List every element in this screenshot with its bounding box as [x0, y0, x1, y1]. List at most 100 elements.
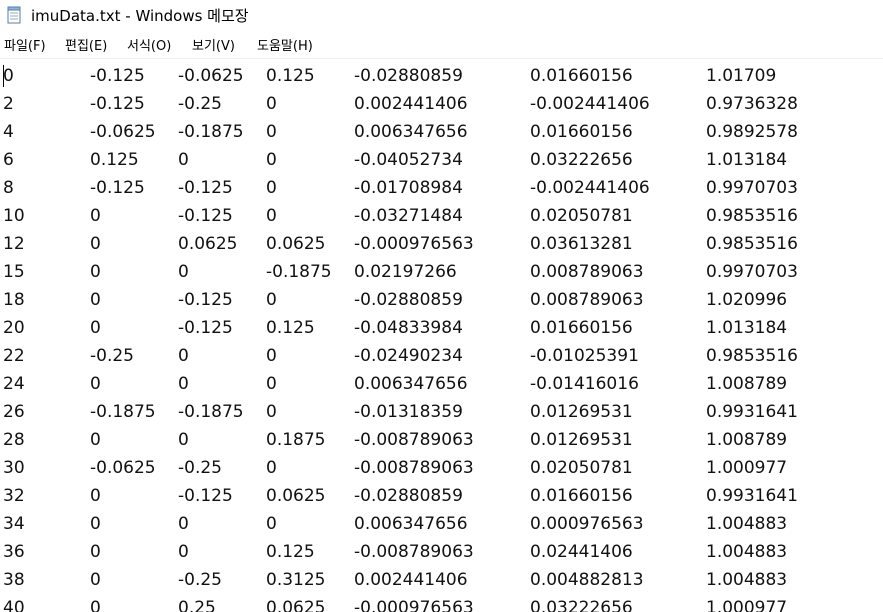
text-field: 0.9970703 [706, 178, 798, 198]
text-field: 0 [178, 430, 189, 450]
text-field: 0.006347656 [354, 514, 468, 534]
text-field: -0.000976563 [354, 234, 474, 254]
text-field: 1.01709 [706, 66, 777, 86]
menu-bar: 파일(F) 편집(E) 서식(O) 보기(V) 도움말(H) [0, 34, 883, 58]
text-field: 0.125 [90, 150, 139, 170]
text-field: -0.02880859 [354, 486, 463, 506]
text-field: 26 [3, 402, 25, 422]
window-title: imuData.txt - Windows 메모장 [31, 7, 249, 25]
text-field: -0.125 [90, 66, 145, 86]
text-field: -0.125 [178, 206, 233, 226]
text-field: -0.02490234 [354, 346, 463, 366]
text-line: 26 -0.1875 -0.1875 0 -0.01318359 0.01269531 0.… [0, 398, 883, 426]
text-field: -0.008789063 [354, 458, 474, 478]
text-field: 0 [266, 514, 277, 534]
text-line: 6 0.125 0 0 -0.04052734 0.03222656 1.013184 [0, 146, 883, 174]
text-field: 0.0625 [178, 234, 238, 254]
text-field: 0.01269531 [530, 402, 633, 422]
text-field: 0 [90, 542, 101, 562]
text-field: -0.0625 [178, 66, 244, 86]
text-field: 0.3125 [266, 570, 326, 590]
menu-format[interactable]: 서식(O) [127, 38, 171, 56]
text-field: 0.125 [266, 542, 315, 562]
text-field: 34 [3, 514, 25, 534]
text-field: 0.02441406 [530, 542, 633, 562]
text-field: 0.000976563 [530, 514, 644, 534]
menu-help[interactable]: 도움말(H) [257, 38, 313, 56]
text-line: 34 0 0 0 0.006347656 0.000976563 1.004883 [0, 510, 883, 538]
text-field: 0 [90, 262, 101, 282]
text-field: 0.9736328 [706, 94, 798, 114]
text-line: 38 0 -0.25 0.3125 0.002441406 0.004882813 1.00… [0, 566, 883, 594]
text-field: 0.0625 [266, 234, 326, 254]
text-field: 10 [3, 206, 25, 226]
text-field: 0.1875 [266, 430, 326, 450]
text-field: 0 [90, 430, 101, 450]
text-field: 0 [90, 318, 101, 338]
text-field: 0.008789063 [530, 290, 644, 310]
text-field: 15 [3, 262, 25, 282]
text-field: 0.125 [266, 66, 315, 86]
text-field: 0.002441406 [354, 570, 468, 590]
text-field: -0.01416016 [530, 374, 639, 394]
text-field: -0.25 [178, 570, 222, 590]
text-field: 28 [3, 430, 25, 450]
notepad-icon [7, 6, 21, 24]
text-field: 0.01269531 [530, 430, 633, 450]
text-field: 0.9853516 [706, 206, 798, 226]
menu-view[interactable]: 보기(V) [192, 38, 235, 56]
text-field: 1.000977 [706, 458, 788, 478]
text-field: 0 [90, 206, 101, 226]
text-field: -0.002441406 [530, 178, 650, 198]
text-field: -0.125 [178, 178, 233, 198]
text-field: 0 [266, 374, 277, 394]
title-bar[interactable]: imuData.txt - Windows 메모장 [0, 0, 883, 32]
text-field: 0 [90, 514, 101, 534]
text-field: -0.03271484 [354, 206, 463, 226]
text-field: 18 [3, 290, 25, 310]
text-field: 0.03222656 [530, 598, 633, 612]
text-field: 2 [3, 94, 14, 114]
text-field: -0.25 [178, 94, 222, 114]
text-field: 0 [266, 122, 277, 142]
text-field: 0.0625 [266, 598, 326, 612]
text-field: -0.0625 [90, 458, 156, 478]
text-field: 0.006347656 [354, 374, 468, 394]
text-field: 0.9970703 [706, 262, 798, 282]
text-field: 0 [178, 262, 189, 282]
text-field: -0.125 [90, 178, 145, 198]
text-line: 10 0 -0.125 0 -0.03271484 0.02050781 0.9853516 [0, 202, 883, 230]
text-field: 0 [178, 514, 189, 534]
text-field: 0.02197266 [354, 262, 457, 282]
text-line: 40 0 0.25 0.0625 -0.000976563 0.03222656 1.000… [0, 594, 883, 612]
text-field: 0 [90, 486, 101, 506]
menu-edit[interactable]: 편집(E) [65, 38, 107, 56]
text-field: 0 [178, 150, 189, 170]
text-editor-area[interactable]: 0 -0.125 -0.0625 0.125 -0.02880859 0.01660156… [0, 60, 883, 612]
text-field: 0.25 [178, 598, 216, 612]
text-field: -0.125 [90, 94, 145, 114]
text-line: 22 -0.25 0 0 -0.02490234 -0.01025391 0.9853516 [0, 342, 883, 370]
text-field: 1.000977 [706, 598, 788, 612]
text-field: 0.9892578 [706, 122, 798, 142]
text-field: 0 [90, 290, 101, 310]
text-field: -0.1875 [90, 402, 156, 422]
text-field: 1.008789 [706, 430, 788, 450]
text-line: 28 0 0 0.1875 -0.008789063 0.01269531 1.008789 [0, 426, 883, 454]
text-field: 36 [3, 542, 25, 562]
text-field: -0.01708984 [354, 178, 463, 198]
text-field: 0.9853516 [706, 234, 798, 254]
text-field: 22 [3, 346, 25, 366]
text-field: 6 [3, 150, 14, 170]
text-field: -0.01318359 [354, 402, 463, 422]
text-line: 32 0 -0.125 0.0625 -0.02880859 0.01660156 0.99… [0, 482, 883, 510]
text-field: 8 [3, 178, 14, 198]
text-field: 0.01660156 [530, 486, 633, 506]
menu-file[interactable]: 파일(F) [4, 38, 46, 56]
text-field: 20 [3, 318, 25, 338]
text-field: 24 [3, 374, 25, 394]
text-field: 0.03613281 [530, 234, 633, 254]
text-line: 15 0 0 -0.1875 0.02197266 0.008789063 0.997070… [0, 258, 883, 286]
text-field: -0.1875 [178, 122, 244, 142]
text-field: 0.9931641 [706, 486, 798, 506]
